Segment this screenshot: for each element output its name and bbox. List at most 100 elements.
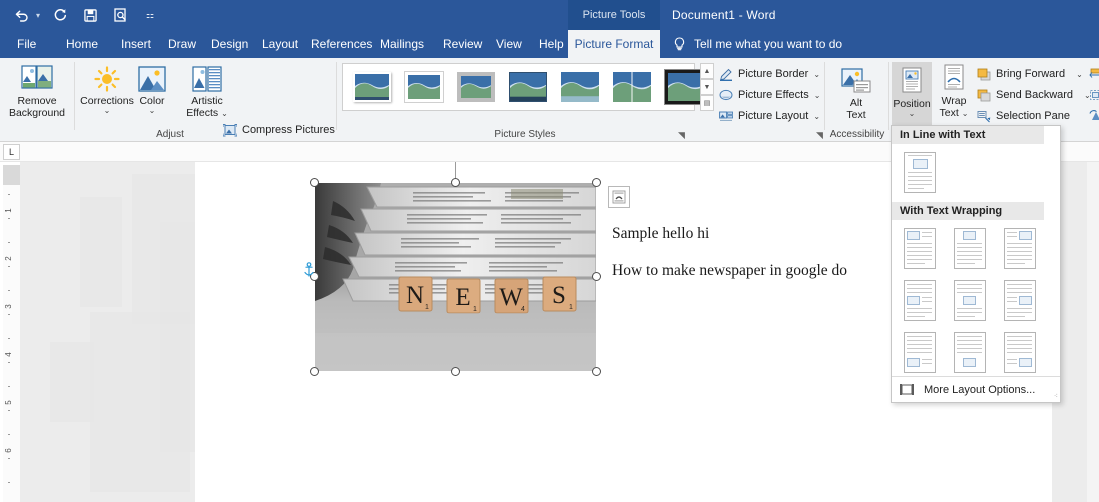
resize-handle-bottom-right[interactable] — [592, 367, 601, 376]
position-option-in-line-with-text[interactable] — [904, 152, 936, 193]
tab-mailings[interactable]: Mailings — [371, 30, 433, 58]
layout-options-icon — [900, 383, 914, 396]
rotate-objects-button[interactable] — [1088, 106, 1099, 126]
undo-chevron-down-icon[interactable]: ▾ — [36, 11, 40, 20]
picture-style-thumb-3[interactable] — [457, 72, 495, 102]
color-chevron-down-icon[interactable]: ⌄ — [149, 107, 156, 114]
align-icon — [1088, 67, 1099, 82]
remove-background-label-1: Remove — [17, 95, 56, 107]
more-layout-options-item[interactable]: More Layout Options... — [892, 376, 1060, 402]
selection-pane-button[interactable]: Selection Pane — [976, 106, 1070, 126]
picture-layout-chevron-down-icon[interactable]: ⌄ — [813, 113, 820, 120]
corrections-chevron-down-icon[interactable]: ⌄ — [104, 107, 111, 114]
position-gallery-dropdown[interactable]: In Line with Text With Text Wrapping — [891, 125, 1061, 403]
save-icon[interactable] — [80, 5, 100, 25]
word-window: ▾ ⚏ Picture Tools Document1 - Word File … — [0, 0, 1099, 502]
picture-style-thumb-5[interactable] — [561, 72, 599, 102]
tell-me-placeholder: Tell me what you want to do — [694, 37, 842, 51]
vruler-tick-2: 2 — [4, 250, 13, 267]
wrap-text-label-2: Text — [940, 107, 959, 119]
resize-handle-middle-right[interactable] — [592, 272, 601, 281]
tab-help[interactable]: Help — [530, 30, 573, 58]
tab-draw[interactable]: Draw — [159, 30, 205, 58]
bring-forward-button[interactable]: Bring Forward ⌄ — [976, 64, 1083, 84]
remove-background-button[interactable]: Remove Background — [6, 62, 68, 119]
position-option-bottom-center-square[interactable] — [954, 332, 986, 373]
picture-effects-button[interactable]: Picture Effects ⌄ — [718, 85, 820, 105]
position-option-middle-right-square[interactable] — [1004, 280, 1036, 321]
picture-style-thumb-2[interactable] — [405, 72, 443, 102]
tab-references[interactable]: References — [302, 30, 381, 58]
resize-handle-top-center[interactable] — [451, 178, 460, 187]
tell-me-search[interactable]: Tell me what you want to do — [663, 30, 842, 58]
resize-grip-icon[interactable]: ⁖ — [1054, 392, 1057, 400]
position-option-bottom-right-square[interactable] — [1004, 332, 1036, 373]
position-chevron-down-icon[interactable]: ⌄ — [909, 110, 916, 117]
wrap-text-button[interactable]: Wrap Text ⌄ — [934, 62, 974, 119]
vruler-tick-6: 6 — [4, 442, 13, 459]
accessibility-dialog-launcher[interactable]: ◥ — [816, 130, 823, 141]
tab-picture-format[interactable]: Picture Format — [568, 30, 660, 58]
overflow-icon[interactable]: ⚏ — [140, 5, 160, 25]
picture-border-chevron-down-icon[interactable]: ⌄ — [813, 71, 820, 78]
print-preview-icon[interactable] — [110, 5, 130, 25]
gallery-more-button[interactable]: ▤ — [700, 95, 714, 111]
align-objects-button[interactable] — [1088, 64, 1099, 84]
tab-stop-selector[interactable]: L — [3, 144, 20, 160]
position-option-top-right-square[interactable] — [1004, 228, 1036, 269]
resize-handle-top-left[interactable] — [310, 178, 319, 187]
selected-picture[interactable]: NE WS 11 41 — [315, 183, 596, 371]
compress-pictures-button[interactable]: Compress Pictures — [222, 120, 335, 140]
resize-handle-bottom-center[interactable] — [451, 367, 460, 376]
tab-review[interactable]: Review — [434, 30, 491, 58]
document-paragraph-1[interactable]: Sample hello hi — [612, 225, 709, 243]
picture-style-thumb-6[interactable] — [613, 72, 651, 102]
vertical-scrollbar[interactable] — [1087, 162, 1099, 502]
position-option-top-left-square[interactable] — [904, 228, 936, 269]
position-option-bottom-left-square[interactable] — [904, 332, 936, 373]
vruler-tick-3: 3 — [4, 298, 13, 315]
picture-effects-chevron-down-icon[interactable]: ⌄ — [814, 92, 821, 99]
tab-view[interactable]: View — [487, 30, 531, 58]
position-option-middle-left-square[interactable] — [904, 280, 936, 321]
tab-design[interactable]: Design — [202, 30, 257, 58]
bring-forward-chevron-down-icon[interactable]: ⌄ — [1076, 71, 1083, 78]
picture-border-button[interactable]: Picture Border ⌄ — [718, 64, 820, 84]
redo-icon[interactable] — [50, 5, 70, 25]
picture-styles-dialog-launcher[interactable]: ◥ — [678, 130, 685, 141]
picture-style-thumb-4[interactable] — [509, 72, 547, 102]
tab-layout[interactable]: Layout — [253, 30, 307, 58]
layout-options-button[interactable] — [608, 186, 630, 208]
tab-file[interactable]: File — [8, 30, 45, 58]
document-paragraph-2[interactable]: How to make newspaper in google do — [612, 262, 847, 280]
selection-pane-icon — [976, 109, 991, 124]
send-backward-button[interactable]: Send Backward ⌄ — [976, 85, 1091, 105]
wrap-text-label-1: Wrap — [942, 95, 967, 107]
picture-layout-button[interactable]: Picture Layout ⌄ — [718, 106, 820, 126]
position-option-top-center-square[interactable] — [954, 228, 986, 269]
tab-insert[interactable]: Insert — [112, 30, 160, 58]
resize-handle-bottom-left[interactable] — [310, 367, 319, 376]
alt-text-button[interactable]: Alt Text — [828, 64, 884, 121]
artistic-effects-chevron-down-icon[interactable]: ⌄ — [221, 109, 228, 118]
position-option-middle-center-square[interactable] — [954, 280, 986, 321]
gallery-scroll-up-button[interactable]: ▲ — [700, 63, 714, 79]
compress-pictures-icon — [222, 123, 237, 138]
group-objects-button[interactable] — [1088, 85, 1099, 105]
picture-styles-gallery[interactable] — [342, 63, 695, 111]
undo-icon[interactable] — [12, 5, 32, 25]
rotate-icon — [1088, 109, 1099, 124]
picture-style-thumb-1[interactable] — [353, 72, 391, 102]
svg-text:S: S — [552, 282, 566, 309]
color-button[interactable]: Color ⌄ — [128, 62, 176, 114]
resize-handle-top-right[interactable] — [592, 178, 601, 187]
alt-text-label-1: Alt — [850, 97, 862, 109]
gallery-scroll-down-button[interactable]: ▼ — [700, 79, 714, 95]
wrap-text-chevron-down-icon[interactable]: ⌄ — [962, 109, 969, 118]
svg-text:W: W — [499, 284, 523, 311]
tab-home[interactable]: Home — [57, 30, 107, 58]
lightbulb-icon — [673, 37, 686, 51]
artistic-effects-button[interactable]: Artistic Effects ⌄ — [176, 62, 238, 119]
anchor-icon[interactable] — [302, 262, 316, 278]
position-button[interactable]: Position ⌄ — [892, 62, 932, 134]
